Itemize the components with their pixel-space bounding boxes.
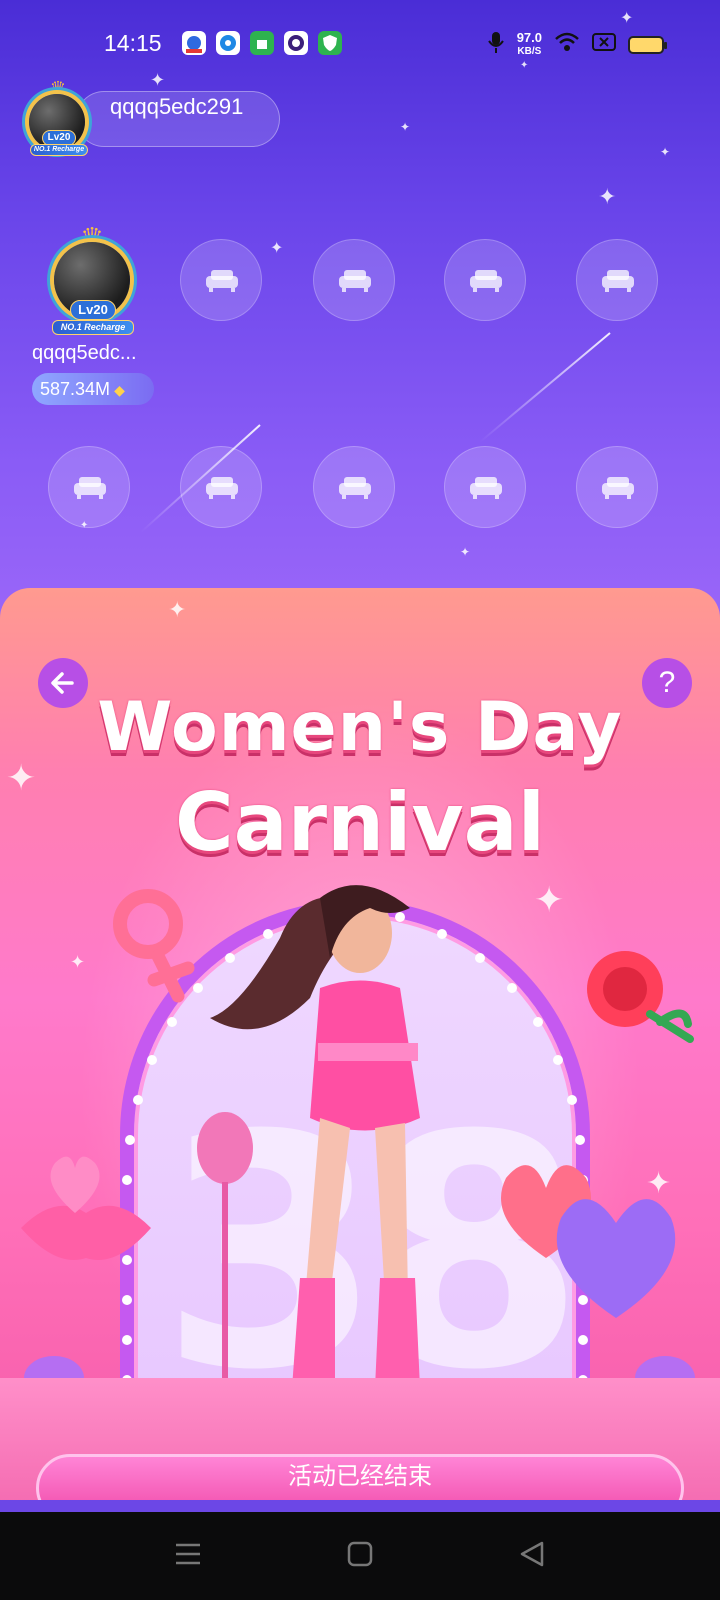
recharge-ribbon: NO.1 Recharge: [30, 144, 88, 156]
diamond-icon: ◆: [114, 382, 125, 398]
wifi-icon: [554, 31, 580, 58]
status-bar: 14:15 97.0 KB/S: [0, 20, 720, 68]
seat-9-empty[interactable]: [444, 446, 526, 528]
sofa-icon: [339, 477, 371, 499]
seat-1-user-name: qqqq5edc...: [32, 342, 137, 364]
host-avatar[interactable]: ♛ Lv20 NO.1 Recharge: [20, 78, 96, 162]
heart-balloons-icon: [501, 1165, 676, 1318]
sparkle-icon: ✦: [400, 120, 411, 134]
microphone-icon: [487, 30, 505, 59]
event-panel: ✦ ✦ ✦ ✦ ✦ ? Women's Day Carnival 38 活动已经…: [0, 588, 720, 1500]
event-title-line1: Women's Day: [97, 688, 623, 767]
status-time: 14:15: [104, 30, 162, 56]
seat-8-empty[interactable]: [313, 446, 395, 528]
app-dot-icon: [216, 31, 240, 55]
seat-10-empty[interactable]: [576, 446, 658, 528]
seat-2-empty[interactable]: [180, 239, 262, 321]
seat-1-coin-count: 587.34M ◆: [32, 373, 154, 405]
shooting-star: [479, 332, 611, 444]
sofa-icon: [339, 270, 371, 292]
sparkle-icon: ✦: [168, 598, 187, 623]
network-speed: 97.0 KB/S: [516, 29, 542, 58]
shopping-bag-icon: [250, 31, 274, 55]
microphone-stand-icon: [197, 1112, 253, 1402]
seat-5-empty[interactable]: [576, 239, 658, 321]
sofa-icon: [470, 477, 502, 499]
rose-icon: [587, 951, 694, 1043]
sim-blocked-icon: [592, 32, 616, 57]
shield-icon: [318, 31, 342, 55]
heart-icon: [50, 1156, 100, 1213]
coin-value: 587.34M: [40, 379, 111, 399]
net-speed-value: 97.0: [516, 29, 542, 45]
sofa-icon: [602, 270, 634, 292]
sparkle-icon: ✦: [598, 185, 617, 210]
sofa-icon: [602, 477, 634, 499]
female-symbol-icon: [113, 889, 195, 1003]
battery-icon: [628, 35, 667, 54]
seat-1-occupied[interactable]: ♛ Lv20 NO.1 Recharge: [40, 222, 144, 336]
home-square-icon[interactable]: [346, 1540, 374, 1573]
net-speed-unit: KB/S: [517, 45, 542, 57]
sofa-icon: [74, 477, 106, 499]
seat-6-empty[interactable]: [48, 446, 130, 528]
system-navigation-bar: [0, 1512, 720, 1600]
recharge-ribbon: NO.1 Recharge: [52, 320, 134, 335]
back-triangle-icon[interactable]: [518, 1540, 546, 1573]
sparkle-icon: ✦: [270, 238, 284, 257]
sparkle-icon: ✦: [70, 952, 86, 973]
seat-3-empty[interactable]: [313, 239, 395, 321]
seat-7-empty[interactable]: [180, 446, 262, 528]
event-ended-button[interactable]: 活动已经结束: [36, 1454, 684, 1500]
sofa-icon: [206, 270, 238, 292]
seat-4-empty[interactable]: [444, 239, 526, 321]
menu-icon[interactable]: [174, 1540, 202, 1573]
baidu-icon: [182, 31, 206, 55]
sofa-icon: [470, 270, 502, 292]
camera-icon: [284, 31, 308, 55]
sparkle-icon: ✦: [460, 545, 471, 559]
level-badge: Lv20: [70, 300, 116, 320]
sparkle-icon: ✦: [660, 145, 671, 159]
event-title-line2: Carnival: [174, 776, 546, 869]
sofa-icon: [206, 477, 238, 499]
host-name: qqqq5edc291: [110, 94, 244, 119]
